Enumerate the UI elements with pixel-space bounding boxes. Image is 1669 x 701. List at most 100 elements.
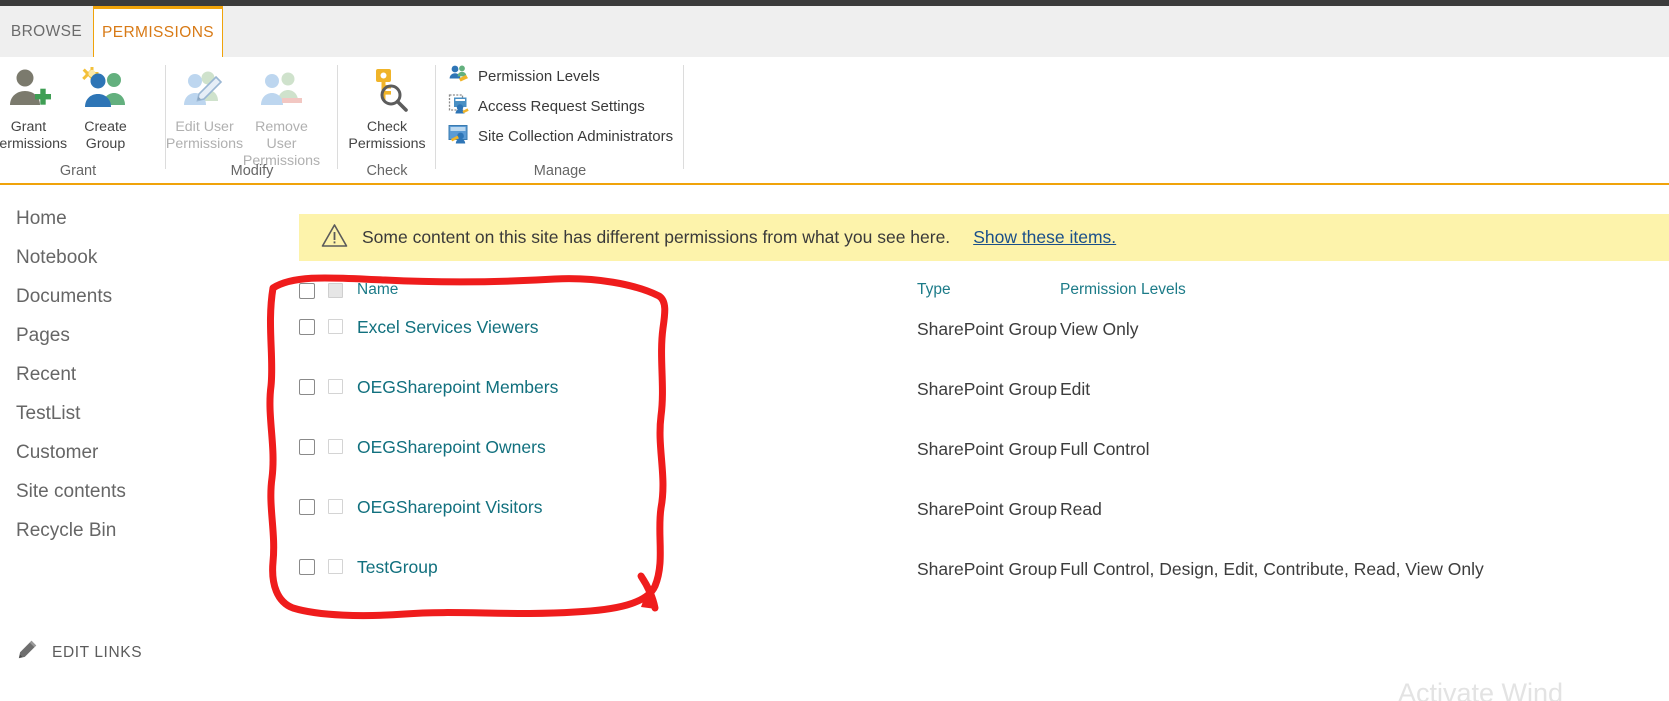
permission-levels-button[interactable]: Permission Levels <box>444 61 600 91</box>
ribbon-group-check-label: Check <box>366 163 408 179</box>
group-name-link[interactable]: TestGroup <box>357 557 438 577</box>
row-select-checkbox[interactable] <box>299 319 315 335</box>
table-row[interactable]: OEGSharepoint Owners SharePoint Group Fu… <box>299 437 1669 497</box>
site-collection-administrators-button[interactable]: Site Collection Administrators <box>444 121 673 151</box>
table-row[interactable]: OEGSharepoint Visitors SharePoint Group … <box>299 497 1669 557</box>
sidebar-item-notebook[interactable]: Notebook <box>0 238 270 277</box>
remove-user-permissions-button[interactable]: Remove User Permissions <box>243 57 320 170</box>
sidebar-item-label: Notebook <box>16 246 98 268</box>
left-navigation: Home Notebook Documents Pages Recent Tes… <box>0 199 270 661</box>
row-checkbox-cell <box>328 377 357 399</box>
sidebar-item-site-contents[interactable]: Site contents <box>0 472 270 511</box>
ribbon: Grant Permissions <box>0 57 1669 185</box>
check-permissions-label: Check Permissions <box>348 119 426 152</box>
permission-levels-label: Permission Levels <box>478 67 600 85</box>
sidebar-item-pages[interactable]: Pages <box>0 316 270 355</box>
ribbon-group-modify: Edit User Permissions Remove User Permis… <box>166 57 338 183</box>
sidebar-item-customer[interactable]: Customer <box>0 433 270 472</box>
row-select-checkbox[interactable] <box>299 439 315 455</box>
row-checkbox-cell <box>328 437 357 459</box>
table-row[interactable]: OEGSharepoint Members SharePoint Group E… <box>299 377 1669 437</box>
row-permissions-cell: Edit <box>1060 377 1669 401</box>
row-name-cell: OEGSharepoint Members <box>357 377 917 398</box>
key-magnifier-icon <box>362 63 412 117</box>
row-item-checkbox[interactable] <box>328 499 343 514</box>
edit-user-permissions-button[interactable]: Edit User Permissions <box>166 57 243 153</box>
header-select-all-cell <box>299 281 328 304</box>
remove-user-permissions-icon <box>257 63 307 117</box>
header-row-checkbox[interactable] <box>328 283 343 298</box>
row-select-checkbox[interactable] <box>299 559 315 575</box>
row-select-checkbox[interactable] <box>299 379 315 395</box>
sidebar-item-testlist[interactable]: TestList <box>0 394 270 433</box>
row-select-checkbox[interactable] <box>299 499 315 515</box>
row-name-cell: TestGroup <box>357 557 917 578</box>
edit-user-permissions-icon <box>180 63 230 117</box>
row-type-value: SharePoint Group <box>917 499 1058 519</box>
sidebar-item-label: TestList <box>16 402 81 424</box>
row-permissions-value: Read <box>1060 499 1102 519</box>
row-permissions-value: Full Control, Design, Edit, Contribute, … <box>1060 559 1484 579</box>
row-item-checkbox[interactable] <box>328 559 343 574</box>
site-collection-administrators-icon <box>448 123 469 149</box>
row-permissions-cell: Read <box>1060 497 1669 521</box>
create-group-button[interactable]: Create Group <box>67 57 144 153</box>
row-name-cell: OEGSharepoint Visitors <box>357 497 917 518</box>
row-select-cell <box>299 437 328 460</box>
row-permissions-value: Full Control <box>1060 439 1150 459</box>
row-name-cell: Excel Services Viewers <box>357 317 917 338</box>
row-checkbox-cell <box>328 557 357 579</box>
column-header-name-label: Name <box>357 281 399 298</box>
row-item-checkbox[interactable] <box>328 379 343 394</box>
column-header-permission-levels[interactable]: Permission Levels <box>1060 281 1669 299</box>
create-group-label: Create Group <box>84 119 127 152</box>
activate-windows-watermark: Activate Wind <box>1398 678 1564 701</box>
edit-links-button[interactable]: EDIT LINKS <box>16 639 142 666</box>
sidebar-item-documents[interactable]: Documents <box>0 277 270 316</box>
sidebar-item-recent[interactable]: Recent <box>0 355 270 394</box>
group-name-link[interactable]: OEGSharepoint Visitors <box>357 497 542 517</box>
ribbon-group-check: Check Permissions Check <box>338 57 436 183</box>
row-select-cell <box>299 317 328 340</box>
column-header-name[interactable]: Name <box>357 281 917 299</box>
ribbon-group-manage: Permission Levels Access Request Setting… <box>436 57 684 183</box>
sidebar-item-label: Customer <box>16 441 99 463</box>
group-name-link[interactable]: OEGSharepoint Members <box>357 377 558 397</box>
access-request-settings-icon <box>448 93 469 119</box>
row-permissions-cell: Full Control <box>1060 437 1669 461</box>
select-all-checkbox[interactable] <box>299 283 315 299</box>
ribbon-divider <box>683 65 684 169</box>
show-these-items-link[interactable]: Show these items. <box>973 227 1116 248</box>
tab-permissions[interactable]: PERMISSIONS <box>93 6 223 57</box>
row-item-checkbox[interactable] <box>328 319 343 334</box>
column-header-type[interactable]: Type <box>917 281 1060 299</box>
sidebar-item-recycle-bin[interactable]: Recycle Bin <box>0 511 270 550</box>
tab-browse[interactable]: BROWSE <box>0 6 93 57</box>
sidebar-item-label: Home <box>16 207 67 229</box>
row-checkbox-cell <box>328 497 357 519</box>
column-header-type-label: Type <box>917 281 951 298</box>
row-item-checkbox[interactable] <box>328 439 343 454</box>
row-type-value: SharePoint Group <box>917 439 1058 459</box>
row-type-value: SharePoint Group <box>917 559 1058 579</box>
table-row[interactable]: TestGroup SharePoint Group Full Control,… <box>299 557 1669 617</box>
group-name-link[interactable]: Excel Services Viewers <box>357 317 539 337</box>
sidebar-item-home[interactable]: Home <box>0 199 270 238</box>
sidebar-item-label: Pages <box>16 324 70 346</box>
table-row[interactable]: Excel Services Viewers SharePoint Group … <box>299 317 1669 377</box>
grant-permissions-button[interactable]: Grant Permissions <box>0 57 67 153</box>
access-request-settings-button[interactable]: Access Request Settings <box>444 91 645 121</box>
sidebar-item-label: Documents <box>16 285 113 307</box>
row-select-cell <box>299 497 328 520</box>
edit-links-label: EDIT LINKS <box>52 643 143 661</box>
row-select-cell <box>299 377 328 400</box>
tab-permissions-label: PERMISSIONS <box>101 24 215 41</box>
grant-permissions-label: Grant Permissions <box>0 119 68 152</box>
group-name-link[interactable]: OEGSharepoint Owners <box>357 437 546 457</box>
row-permissions-cell: View Only <box>1060 317 1669 341</box>
row-type-cell: SharePoint Group <box>917 317 1060 341</box>
check-permissions-button[interactable]: Check Permissions <box>348 57 426 153</box>
table-header-row: Name Type Permission Levels <box>299 281 1669 317</box>
pencil-icon <box>16 639 38 666</box>
column-header-permission-levels-label: Permission Levels <box>1060 281 1186 298</box>
